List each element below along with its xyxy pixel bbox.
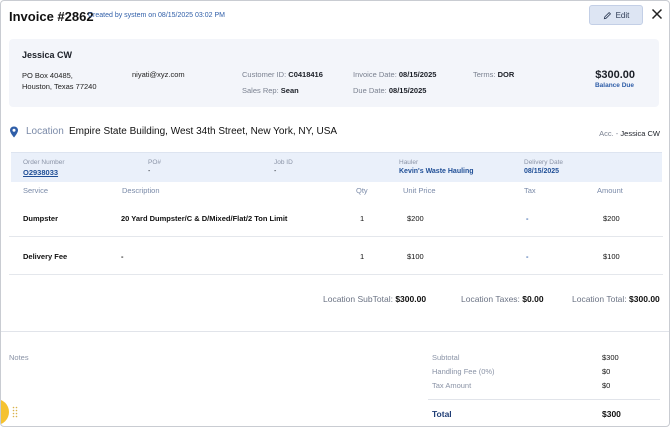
location-subtotal: Location SubTotal: $300.00: [323, 294, 427, 304]
col-header-amount: Amount: [597, 186, 623, 195]
col-header-tax: Tax: [524, 186, 536, 195]
table-row: Delivery Fee - 1 $100 - $100: [9, 237, 663, 275]
terms: Terms: DOR: [473, 70, 515, 79]
order-info-strip: Order Number O2938033 PO# - Job ID - Hau…: [11, 152, 662, 182]
location-label: Location: [26, 126, 64, 137]
summary-total-value: $300: [602, 409, 621, 419]
location-total: Location Total: $300.00: [572, 294, 660, 304]
col-header-description: Description: [122, 186, 160, 195]
delivery-date-col: Delivery Date 08/15/2025: [524, 159, 564, 175]
pencil-icon: [603, 11, 611, 19]
close-icon[interactable]: [650, 7, 664, 21]
notes-label: Notes: [9, 353, 29, 362]
customer-name: Jessica CW: [22, 50, 73, 60]
invoice-header: Invoice #2862 Created by system on 08/15…: [1, 1, 669, 31]
customer-id: Customer ID: C0418416: [242, 70, 323, 79]
invoice-panel: Invoice #2862 Created by system on 08/15…: [0, 0, 670, 427]
summary-divider: [428, 399, 660, 400]
invoice-title: Invoice #2862: [9, 9, 94, 24]
hauler-col: Hauler Kevin's Waste Hauling: [399, 159, 474, 175]
location-value: Empire State Building, West 34th Street,…: [69, 126, 338, 137]
order-number-col: Order Number O2938033: [23, 159, 65, 177]
col-header-qty: Qty: [356, 186, 368, 195]
job-id-col: Job ID -: [274, 159, 293, 175]
summary-total-label: Total: [432, 409, 452, 419]
order-number-link[interactable]: O2938033: [23, 168, 65, 177]
location-taxes: Location Taxes: $0.00: [461, 294, 544, 304]
invoice-date: Invoice Date: 08/15/2025: [353, 70, 437, 79]
sales-rep: Sales Rep: Sean: [242, 86, 299, 95]
po-col: PO# -: [148, 159, 162, 175]
col-header-service: Service: [23, 186, 49, 195]
account-name: Acc. - Jessica CW: [599, 129, 660, 138]
grip-dots-icon[interactable]: [12, 406, 18, 418]
section-divider: [1, 331, 669, 332]
due-date: Due Date: 08/15/2025: [353, 86, 427, 95]
edit-button[interactable]: Edit: [589, 5, 643, 25]
customer-address: PO Box 40485, Houston, Texas 77240: [22, 71, 97, 91]
balance-due-amount: $300.00: [595, 69, 635, 81]
map-pin-icon: [10, 126, 18, 138]
customer-card: Jessica CW PO Box 40485, Houston, Texas …: [9, 39, 659, 107]
balance-due-label: Balance Due: [594, 82, 634, 89]
created-by-text: Created by system on 08/15/2025 03:02 PM: [88, 12, 225, 19]
edit-button-label: Edit: [615, 10, 630, 20]
col-header-unit-price: Unit Price: [403, 186, 436, 195]
side-drawer-handle[interactable]: [1, 399, 9, 425]
table-row: Dumpster 20 Yard Dumpster/C & D/Mixed/Fl…: [9, 199, 663, 237]
customer-email: niyati@xyz.com: [132, 70, 185, 79]
location-row: Location Empire State Building, West 34t…: [9, 125, 663, 141]
